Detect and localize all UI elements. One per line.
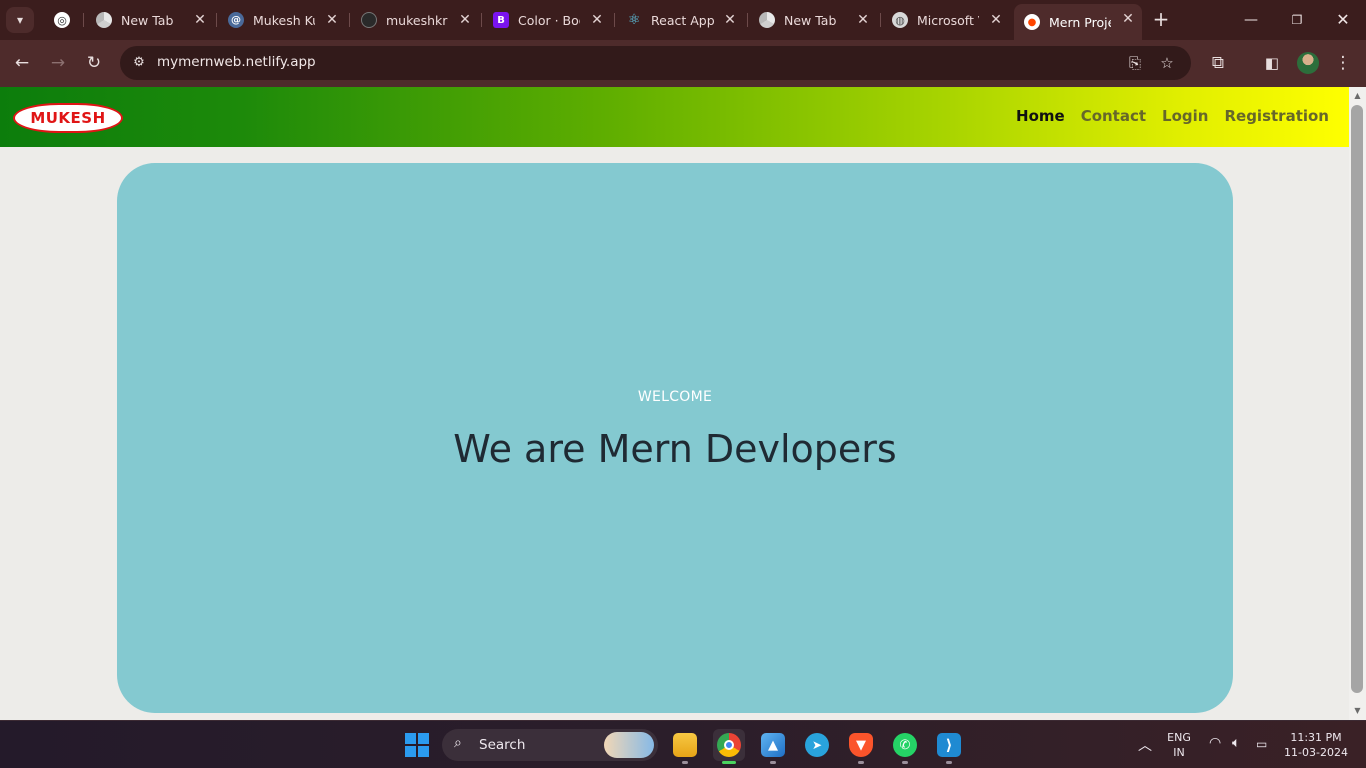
close-icon[interactable]: ✕ [192,12,208,28]
globe-icon: ◍ [892,12,908,28]
brave-icon[interactable]: ▼ [845,729,877,764]
forward-button[interactable]: → [46,51,70,75]
nav-registration-link[interactable]: Registration [1224,107,1329,125]
openai-icon: ◎ [54,12,70,28]
taskbar-search-label: Search [479,737,526,753]
tab-label: mukeshkrm [386,12,448,28]
bootstrap-icon: B [493,12,509,28]
chevron-up-icon[interactable]: ︿ [1138,735,1152,755]
page-scrollbar[interactable]: ▲ ▼ [1349,87,1366,720]
tab-label: Mern Projec [1049,14,1111,30]
close-icon[interactable]: ✕ [589,12,605,28]
chrome-icon [759,12,775,28]
date-label: 11-03-2024 [1284,746,1348,759]
site-navbar: MUKESH Home Contact Login Registration [0,87,1349,147]
taskbar-search[interactable]: ⌕ Search [442,729,658,761]
hero-title: We are Mern Devlopers [453,427,897,471]
tab-separator [747,13,748,27]
tab-label: React App [651,12,715,28]
tab-separator [83,13,84,27]
tab-microsoft[interactable]: ◍ Microsoft V ✕ [882,5,1010,35]
close-icon[interactable]: ✕ [722,12,738,28]
language-indicator[interactable]: ENG IN [1166,730,1192,760]
photos-icon[interactable]: ▲ [757,729,789,764]
chrome-icon[interactable] [713,729,745,764]
wifi-icon[interactable]: ◠ [1209,735,1221,751]
tab-separator [216,13,217,27]
address-bar[interactable]: ⚙ mymernweb.netlify.app ⎘ ☆ [120,46,1191,80]
language-label: ENG [1167,731,1191,744]
close-icon[interactable]: ✕ [457,12,473,28]
tab-label: Mukesh Kur [253,12,315,28]
web-page: MUKESH Home Contact Login Registration W… [0,87,1349,720]
restore-button[interactable]: ❐ [1274,6,1320,34]
tab-openai[interactable]: ◎ [44,5,80,35]
tab-label: Microsoft V [917,12,979,28]
scroll-down-arrow[interactable]: ▼ [1353,706,1362,715]
chrome-icon [96,12,112,28]
whatsapp-icon[interactable]: ✆ [889,729,921,764]
close-icon[interactable]: ✕ [988,12,1004,28]
search-highlight-art [604,732,654,758]
tab-mern-project[interactable]: ● Mern Projec ✕ [1014,4,1142,40]
react-icon: ⚛ [627,12,641,28]
hero-welcome-text: WELCOME [637,389,713,405]
site-info-icon[interactable]: ⚙ [130,54,148,72]
tab-bootstrap[interactable]: B Color · Boot ✕ [483,5,611,35]
minimize-button[interactable]: — [1228,6,1274,34]
menu-kebab-icon[interactable]: ⋮ [1331,51,1355,75]
windows-start-icon[interactable] [405,733,429,757]
nav-home-link[interactable]: Home [1016,107,1065,125]
tab-label: New Tab [121,12,174,28]
tab-label: Color · Boot [518,12,580,28]
profile-avatar[interactable] [1297,52,1319,74]
close-icon[interactable]: ✕ [1120,11,1136,27]
bookmark-star-icon[interactable]: ☆ [1157,53,1177,73]
scroll-thumb[interactable] [1351,105,1363,693]
tab-mukesh[interactable]: @ Mukesh Kur ✕ [218,5,346,35]
clock[interactable]: 11:31 PM 11-03-2024 [1280,730,1352,760]
volume-icon[interactable]: 🔈︎ [1232,735,1240,751]
tab-react-app[interactable]: ⚛ React App ✕ [616,5,744,35]
tab-separator [349,13,350,27]
nav-contact-link[interactable]: Contact [1081,107,1146,125]
nav-login-link[interactable]: Login [1162,107,1208,125]
windows-taskbar: ⌕ Search ▲ ➤ ▼ ✆ ⟩ ︿ ENG IN ◠ 🔈︎ ▭ 11:31… [0,720,1366,768]
github-icon [361,12,377,28]
tab-separator [481,13,482,27]
reddit-icon: ● [1024,14,1040,30]
browser-toolbar: ← → ↻ ⚙ mymernweb.netlify.app ⎘ ☆ ⧉ ◧ ⋮ [0,40,1366,87]
region-label: IN [1173,746,1185,759]
install-app-icon[interactable]: ⎘ [1125,53,1145,73]
tab-search-button[interactable]: ▾ [6,7,34,33]
back-button[interactable]: ← [10,51,34,75]
close-window-button[interactable]: ✕ [1320,6,1366,34]
logo-text: MUKESH [30,109,106,127]
extensions-icon[interactable]: ⧉ [1206,51,1230,75]
scroll-up-arrow[interactable]: ▲ [1353,91,1362,100]
reload-button[interactable]: ↻ [82,51,106,75]
close-icon[interactable]: ✕ [324,12,340,28]
tab-separator [614,13,615,27]
tab-new-tab-2[interactable]: New Tab ✕ [749,5,877,35]
hero-section: WELCOME We are Mern Devlopers [117,163,1233,713]
tab-new-tab-1[interactable]: New Tab ✕ [86,5,214,35]
side-panel-icon[interactable]: ◧ [1260,51,1284,75]
file-explorer-icon[interactable] [669,729,701,764]
url-text[interactable]: mymernweb.netlify.app [157,54,316,70]
site-logo[interactable]: MUKESH [13,103,123,133]
time-label: 11:31 PM [1290,731,1342,744]
new-tab-button[interactable]: + [1151,9,1171,31]
tab-strip: ▾ ◎ New Tab ✕ @ Mukesh Kur ✕ mukeshkrm ✕… [0,0,1366,40]
vscode-icon[interactable]: ⟩ [933,729,965,764]
search-icon: ⌕ [454,735,462,751]
battery-icon[interactable]: ▭ [1256,737,1267,751]
tab-label: New Tab [784,12,837,28]
nav-links: Home Contact Login Registration [1016,107,1329,125]
swirl-icon: @ [228,12,244,28]
telegram-icon[interactable]: ➤ [801,729,833,761]
tab-github[interactable]: mukeshkrm ✕ [351,5,479,35]
close-icon[interactable]: ✕ [855,12,871,28]
tab-separator [880,13,881,27]
